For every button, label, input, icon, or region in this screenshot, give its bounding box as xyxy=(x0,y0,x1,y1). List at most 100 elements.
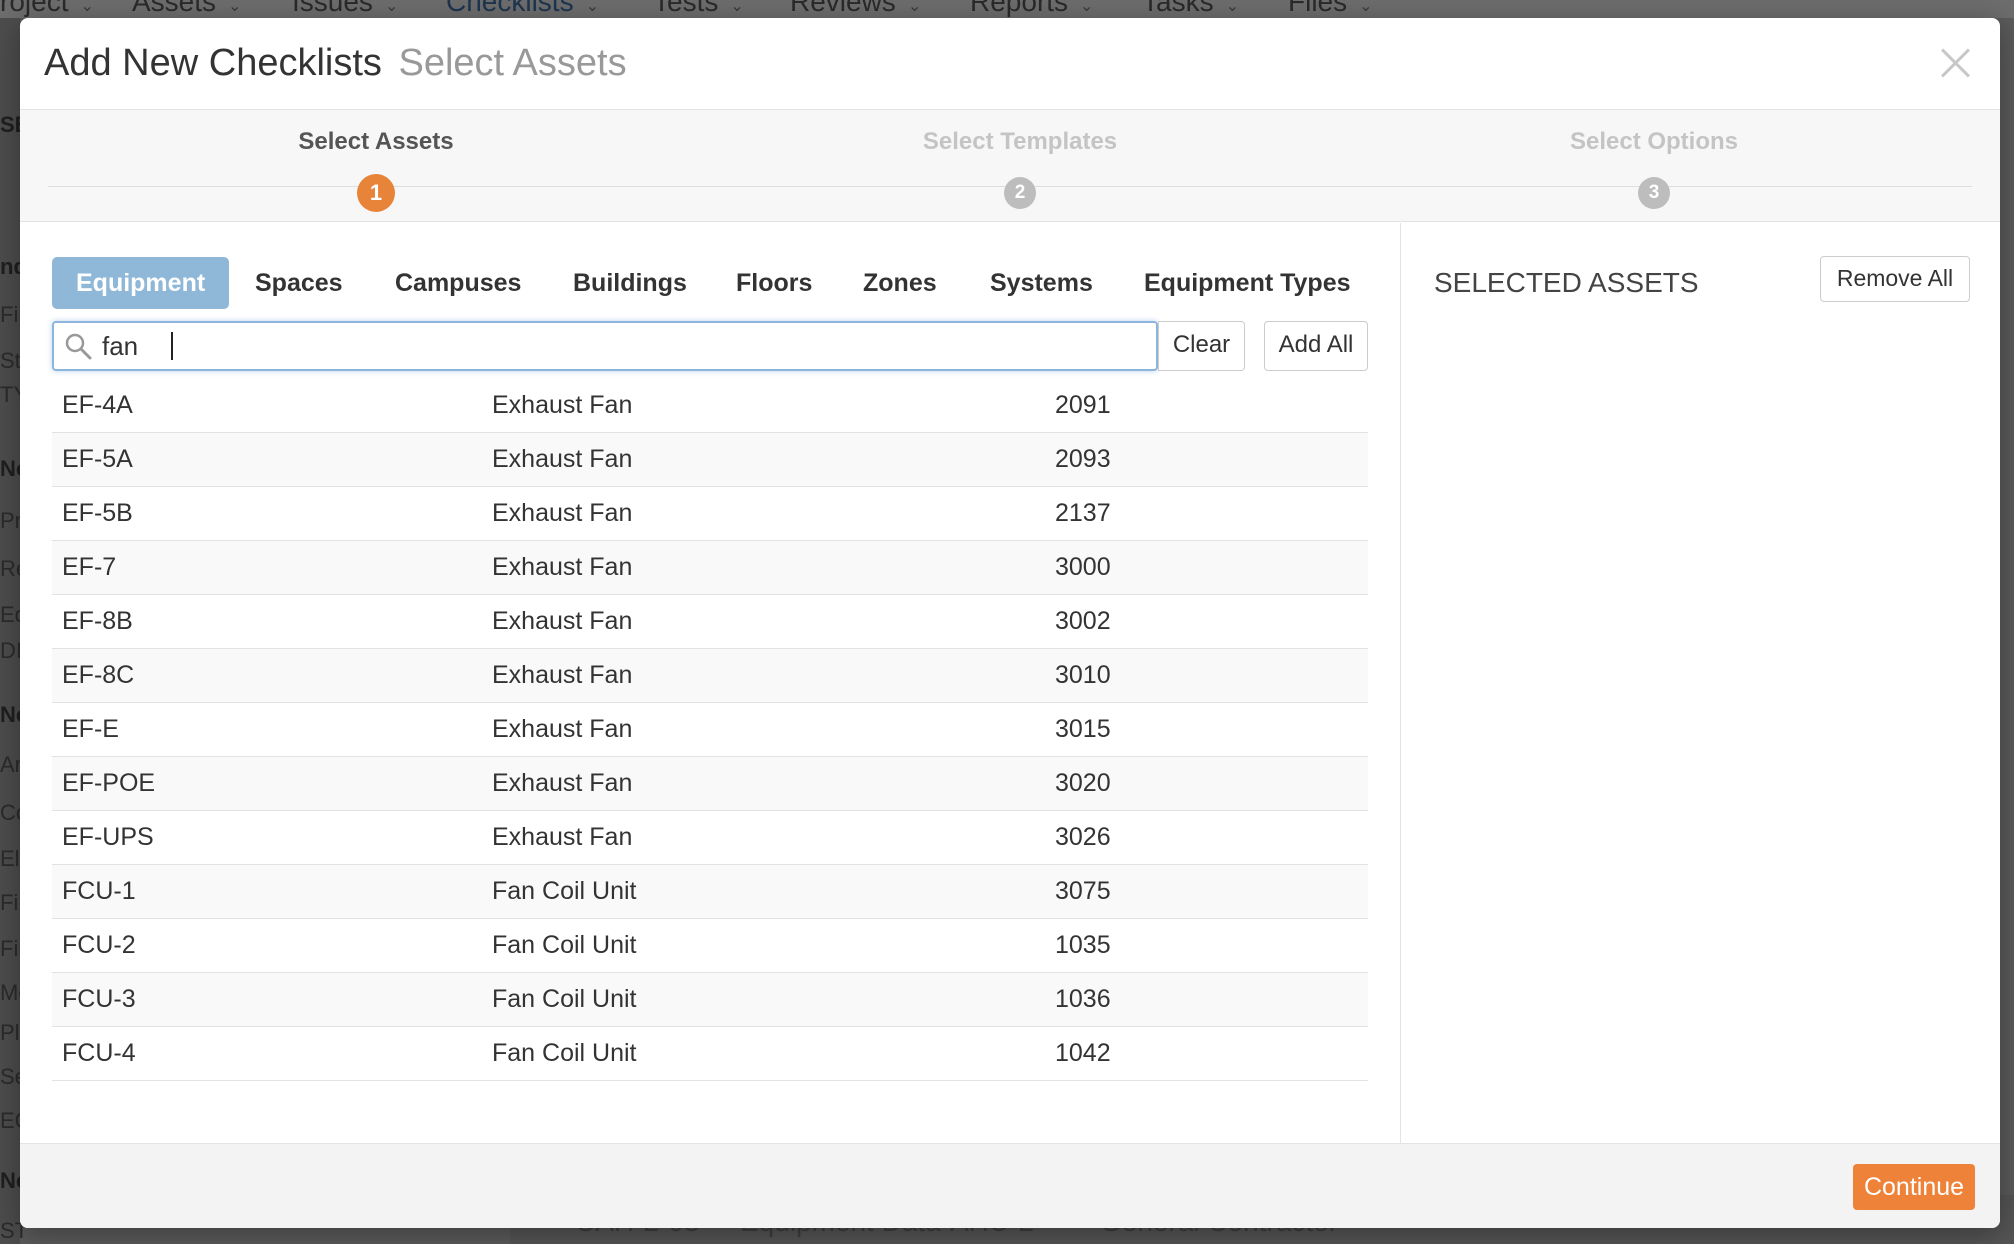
tab-buildings[interactable]: Buildings xyxy=(573,257,687,309)
asset-number: 3010 xyxy=(1055,661,1111,689)
asset-type: Fan Coil Unit xyxy=(492,1039,637,1067)
step-label: Select Templates xyxy=(922,128,1118,155)
nav-tasks: Tasks ⌄ xyxy=(1142,0,1239,18)
tab-campuses[interactable]: Campuses xyxy=(395,257,521,309)
step-select-options[interactable]: Select Options 3 xyxy=(1504,128,1804,209)
text-caret xyxy=(171,332,173,360)
search-input[interactable] xyxy=(102,323,1152,369)
tab-floors[interactable]: Floors xyxy=(736,257,812,309)
nav-reports-label: Reports xyxy=(970,0,1069,17)
add-checklists-modal: Add New Checklists Select Assets Select … xyxy=(20,18,2000,1228)
asset-type: Exhaust Fan xyxy=(492,445,633,473)
chevron-down-icon: ⌄ xyxy=(1080,0,1094,15)
table-row[interactable]: EF-E Exhaust Fan 3015 xyxy=(52,703,1368,757)
asset-number: 1042 xyxy=(1055,1039,1111,1067)
background-sidebar: SE nd Fil Sta TY No Pre Re Eq DI No Arc … xyxy=(0,18,34,1244)
tab-systems[interactable]: Systems xyxy=(990,257,1093,309)
search-field[interactable] xyxy=(52,321,1158,371)
table-row[interactable]: FCU-1 Fan Coil Unit 3075 xyxy=(52,865,1368,919)
asset-type: Exhaust Fan xyxy=(492,823,633,851)
step-select-assets[interactable]: Select Assets 1 xyxy=(226,128,526,212)
tab-zones[interactable]: Zones xyxy=(863,257,937,309)
nav-reviews-label: Reviews xyxy=(790,0,896,17)
asset-name: EF-4A xyxy=(62,391,133,419)
asset-number: 3020 xyxy=(1055,769,1111,797)
step-select-templates[interactable]: Select Templates 2 xyxy=(870,128,1170,209)
table-row[interactable]: EF-UPS Exhaust Fan 3026 xyxy=(52,811,1368,865)
table-row[interactable]: FCU-2 Fan Coil Unit 1035 xyxy=(52,919,1368,973)
asset-name: EF-8B xyxy=(62,607,133,635)
nav-tests-label: Tests xyxy=(653,0,719,17)
nav-checklists: Checklists ⌄ xyxy=(446,0,599,18)
nav-project-label: roject xyxy=(0,0,69,17)
asset-number: 2093 xyxy=(1055,445,1111,473)
add-all-button[interactable]: Add All xyxy=(1264,321,1368,371)
nav-assets-label: Assets xyxy=(132,0,217,17)
nav-issues-label: Issues xyxy=(292,0,373,17)
asset-number: 1035 xyxy=(1055,931,1111,959)
asset-number: 3000 xyxy=(1055,553,1111,581)
modal-subtitle: Select Assets xyxy=(398,42,627,84)
modal-title-text: Add New Checklists xyxy=(44,42,382,84)
asset-type: Fan Coil Unit xyxy=(492,985,637,1013)
table-row[interactable]: FCU-3 Fan Coil Unit 1036 xyxy=(52,973,1368,1027)
wizard-steps: Select Assets 1 Select Templates 2 Selec… xyxy=(20,110,2000,222)
step-number-badge: 2 xyxy=(1004,177,1036,209)
chevron-down-icon: ⌄ xyxy=(730,0,744,15)
nav-issues: Issues ⌄ xyxy=(292,0,398,18)
asset-name: EF-POE xyxy=(62,769,156,797)
chevron-down-icon: ⌄ xyxy=(80,0,94,15)
remove-all-button[interactable]: Remove All xyxy=(1820,256,1970,302)
table-row[interactable]: FCU-4 Fan Coil Unit 1042 xyxy=(52,1027,1368,1081)
asset-number: 2091 xyxy=(1055,391,1111,419)
asset-name: EF-7 xyxy=(62,553,117,581)
continue-button[interactable]: Continue xyxy=(1853,1164,1975,1210)
table-row[interactable]: EF-5A Exhaust Fan 2093 xyxy=(52,433,1368,487)
modal-footer: Continue xyxy=(20,1143,2000,1228)
clear-button[interactable]: Clear xyxy=(1158,321,1245,371)
nav-tasks-label: Tasks xyxy=(1142,0,1214,17)
modal-header: Add New Checklists Select Assets xyxy=(20,18,2000,110)
asset-number: 1036 xyxy=(1055,985,1111,1013)
table-row[interactable]: EF-7 Exhaust Fan 3000 xyxy=(52,541,1368,595)
nav-files: Files ⌄ xyxy=(1288,0,1373,18)
nav-checklists-label: Checklists xyxy=(446,0,574,17)
tab-equipment-types[interactable]: Equipment Types xyxy=(1144,257,1351,309)
step-number-badge: 3 xyxy=(1638,177,1670,209)
nav-project: roject ⌄ xyxy=(0,0,94,18)
asset-type: Exhaust Fan xyxy=(492,607,633,635)
asset-name: EF-E xyxy=(62,715,119,743)
asset-name: FCU-4 xyxy=(62,1039,136,1067)
asset-type: Exhaust Fan xyxy=(492,661,633,689)
tab-equipment[interactable]: Equipment xyxy=(52,257,230,309)
step-label: Select Options xyxy=(1569,128,1739,155)
asset-name: EF-5B xyxy=(62,499,133,527)
close-icon[interactable] xyxy=(1938,44,1974,80)
asset-name: EF-8C xyxy=(62,661,135,689)
asset-number: 3015 xyxy=(1055,715,1111,743)
asset-number: 3075 xyxy=(1055,877,1111,905)
nav-reports: Reports ⌄ xyxy=(970,0,1093,18)
asset-number: 3026 xyxy=(1055,823,1111,851)
chevron-down-icon: ⌄ xyxy=(1359,0,1373,15)
asset-type: Exhaust Fan xyxy=(492,553,633,581)
asset-name: FCU-2 xyxy=(62,931,136,959)
nav-tests: Tests ⌄ xyxy=(653,0,744,18)
asset-type: Exhaust Fan xyxy=(492,391,633,419)
asset-type: Fan Coil Unit xyxy=(492,877,637,905)
table-row[interactable]: EF-8B Exhaust Fan 3002 xyxy=(52,595,1368,649)
step-label: Select Assets xyxy=(298,128,454,155)
search-icon xyxy=(65,333,92,360)
asset-number: 2137 xyxy=(1055,499,1111,527)
asset-type: Exhaust Fan xyxy=(492,715,633,743)
asset-name: EF-UPS xyxy=(62,823,154,851)
asset-name: EF-5A xyxy=(62,445,133,473)
sidebar-fragment: DI xyxy=(0,638,22,663)
table-row[interactable]: EF-POE Exhaust Fan 3020 xyxy=(52,757,1368,811)
table-row[interactable]: EF-8C Exhaust Fan 3010 xyxy=(52,649,1368,703)
table-row[interactable]: EF-5B Exhaust Fan 2137 xyxy=(52,487,1368,541)
table-row[interactable]: EF-4A Exhaust Fan 2091 xyxy=(52,379,1368,433)
tab-spaces[interactable]: Spaces xyxy=(255,257,343,309)
asset-type: Exhaust Fan xyxy=(492,499,633,527)
asset-number: 3002 xyxy=(1055,607,1111,635)
